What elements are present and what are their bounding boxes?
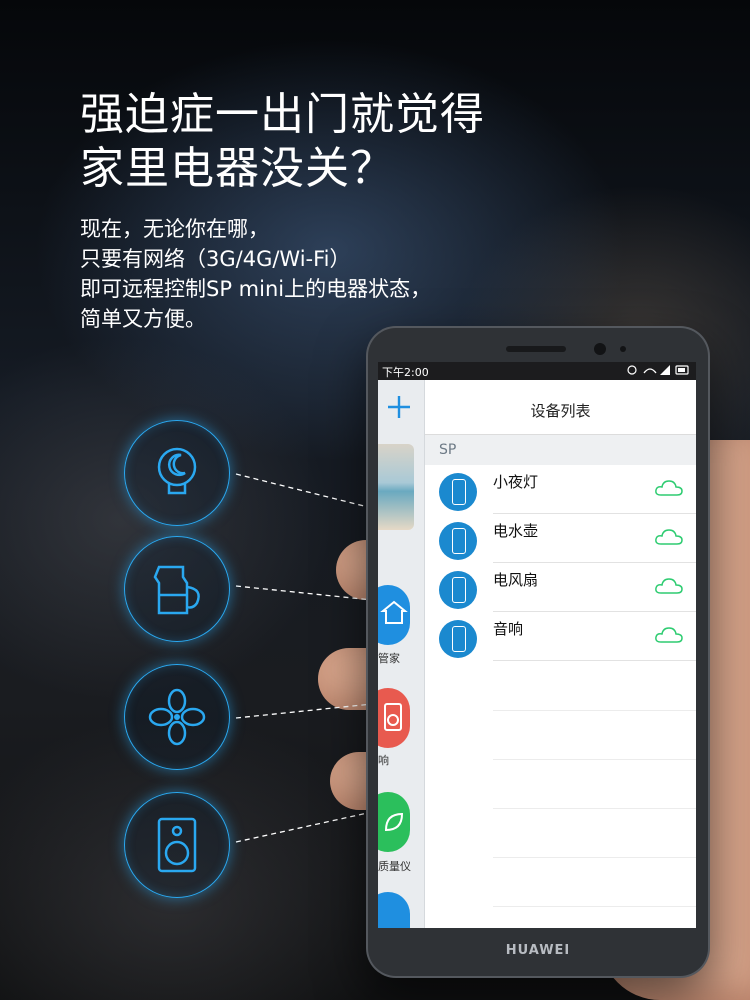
empty-row-divider — [493, 808, 696, 809]
kettle-feature — [124, 536, 230, 642]
phone-screen: 下午2:00 管家 响 质量仪 设备列表 SP 小夜灯 电水壶 电风扇 音响 — [378, 362, 696, 928]
row-divider — [493, 660, 696, 661]
phone-device: 下午2:00 管家 响 质量仪 设备列表 SP 小夜灯 电水壶 电风扇 音响 H… — [368, 328, 708, 976]
cloud-icon — [655, 480, 683, 496]
room-thumbnail[interactable] — [378, 444, 414, 530]
device-row-kettle[interactable]: 电水壶 — [425, 514, 696, 563]
device-list-panel: 设备列表 SP 小夜灯 电水壶 电风扇 音响 — [425, 380, 696, 928]
smart-plug-icon — [439, 473, 477, 511]
side-app-label-air-quality: 质量仪 — [378, 860, 411, 873]
speaker-icon — [157, 817, 197, 873]
status-time: 下午2:00 — [382, 366, 429, 379]
side-app-blue[interactable] — [378, 892, 410, 928]
side-app-guard[interactable] — [378, 585, 410, 645]
section-header: SP — [425, 435, 696, 465]
status-bar: 下午2:00 — [378, 362, 696, 380]
device-name: 电水壶 — [493, 522, 539, 540]
front-camera — [594, 343, 606, 355]
section-label: SP — [439, 442, 457, 458]
night-light-icon — [157, 447, 197, 495]
speaker-app-icon — [384, 703, 402, 731]
fan-icon — [148, 688, 206, 746]
smart-plug-icon — [439, 571, 477, 609]
night-light-feature — [124, 420, 230, 526]
smart-plug-icon — [439, 522, 477, 560]
leaf-icon — [384, 812, 404, 832]
connector-line-1 — [235, 473, 373, 509]
nav-title: 设备列表 — [530, 402, 591, 420]
connector-line-3 — [235, 703, 373, 719]
side-app-label-speaker: 响 — [378, 754, 389, 767]
earpiece — [506, 346, 566, 352]
empty-row-divider — [493, 857, 696, 858]
cloud-icon — [655, 578, 683, 594]
cloud-icon — [655, 529, 683, 545]
device-name: 音响 — [493, 620, 524, 638]
empty-row-divider — [493, 906, 696, 907]
side-app-air-quality[interactable] — [378, 792, 410, 852]
home-app-panel: 管家 响 质量仪 — [378, 380, 425, 928]
side-app-speaker[interactable] — [378, 688, 410, 748]
kettle-icon — [153, 565, 200, 615]
signal-wifi-battery-icon — [627, 365, 689, 375]
speaker-feature — [124, 792, 230, 898]
device-name: 小夜灯 — [493, 473, 539, 491]
side-app-label-guard: 管家 — [378, 652, 400, 665]
device-row-night-light[interactable]: 小夜灯 — [425, 465, 696, 514]
smart-plug-icon — [439, 620, 477, 658]
device-name: 电风扇 — [493, 571, 539, 589]
fan-feature — [124, 664, 230, 770]
status-icons — [626, 363, 690, 380]
empty-row-divider — [493, 710, 696, 711]
device-row-speaker[interactable]: 音响 — [425, 612, 696, 661]
connector-line-2 — [235, 585, 373, 601]
phone-brand-logo: HUAWEI — [505, 943, 571, 958]
connector-line-4 — [235, 811, 373, 843]
proximity-sensor — [620, 346, 626, 352]
device-row-fan[interactable]: 电风扇 — [425, 563, 696, 612]
plus-icon[interactable] — [384, 392, 414, 422]
home-shield-icon — [380, 600, 408, 624]
empty-row-divider — [493, 759, 696, 760]
cloud-icon — [655, 627, 683, 643]
